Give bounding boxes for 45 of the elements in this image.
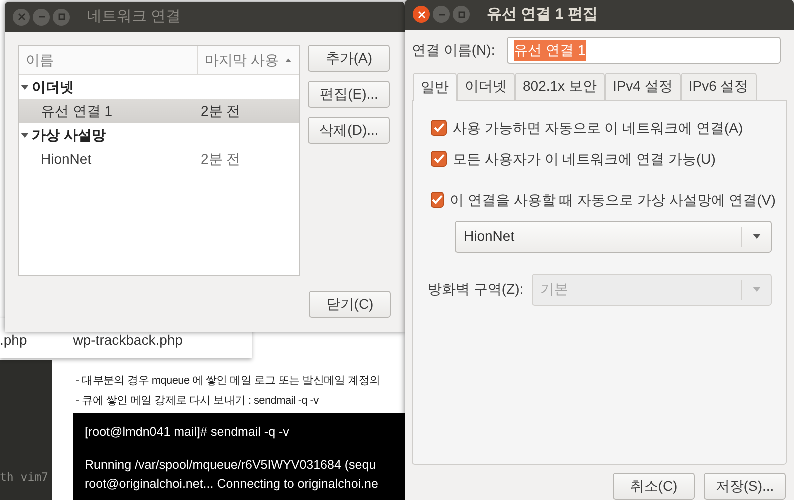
group-label: 이더넷 <box>32 78 74 96</box>
tab[interactable]: 일반 <box>413 72 457 101</box>
article-line: - 대부분의 경우 mqueue 에 쌓인 메일 로그 또는 발신메일 계정의 <box>76 374 380 389</box>
connection-name: HionNet <box>40 150 93 168</box>
dropdown-arrow-icon <box>752 286 762 294</box>
terminal-line: Running /var/spool/mqueue/r6V5IWYV031684 (sequ <box>85 457 378 474</box>
checkbox[interactable] <box>431 120 447 136</box>
terminal-line: root@originalchoi.net... Connecting to originalchoi.ne <box>85 476 380 493</box>
article-line: - 큐에 쌓인 메일 강제로 다시 보내기 : sendmail -q -v <box>76 394 320 409</box>
connection-name: 유선 연결 1 <box>40 102 114 120</box>
close-icon[interactable] <box>413 6 430 24</box>
checkbox[interactable] <box>431 151 447 168</box>
column-header[interactable]: 이름 <box>19 46 198 74</box>
tab[interactable]: 이더넷 <box>457 72 515 100</box>
window-title: 유선 연결 1 편집 <box>487 4 598 25</box>
tab[interactable]: IPv4 설정 <box>604 72 681 100</box>
checkbox-label: 사용 가능하면 자동으로 이 네트워크에 연결(A) <box>453 118 744 138</box>
terminal-line: [root@lmdn041 mail]# sendmail -q -v <box>85 424 290 441</box>
tab[interactable]: 802.1x 보안 <box>515 72 605 100</box>
connection-row[interactable]: HionNet 2분 전 <box>19 147 300 171</box>
checkbox-label: 모든 사용자가 이 네트워크에 연결 가능(U) <box>453 150 716 169</box>
dropdown-arrow-icon <box>752 233 762 240</box>
dropdown[interactable]: HionNet <box>455 220 772 253</box>
tab[interactable]: IPv6 설정 <box>680 72 757 100</box>
field-label: 방화벽 구역(Z): <box>428 280 524 300</box>
connection-row[interactable]: 유선 연결 1 2분 전 <box>19 99 300 123</box>
checkbox-label: 이 연결을 사용할 때 자동으로 가상 사설망에 연결(V) <box>450 190 776 210</box>
file-name[interactable]: .php <box>0 330 28 350</box>
button[interactable]: 저장(S)... <box>704 473 786 500</box>
file-name[interactable]: wp-trackback.php <box>73 330 183 350</box>
button[interactable]: 편집(E)... <box>308 81 390 108</box>
expander-down-icon[interactable] <box>20 132 30 138</box>
editor-text: th vim7 <box>0 468 48 486</box>
last-used: 2분 전 <box>200 102 241 120</box>
button[interactable]: 추가(A) <box>308 45 390 72</box>
button[interactable]: 삭제(D)... <box>308 117 390 144</box>
field-label: 연결 이름(N): <box>412 40 496 60</box>
button[interactable]: 취소(C) <box>613 473 695 500</box>
button[interactable]: 닫기(C) <box>309 291 391 318</box>
group-label: 가상 사설망 <box>32 126 106 144</box>
column-header[interactable]: 마지막 사용 <box>198 46 300 74</box>
last-used: 2분 전 <box>200 150 241 168</box>
expander-down-icon[interactable] <box>20 84 30 90</box>
checkbox[interactable] <box>431 192 444 208</box>
window-title: 네트워크 연결 <box>87 6 182 27</box>
